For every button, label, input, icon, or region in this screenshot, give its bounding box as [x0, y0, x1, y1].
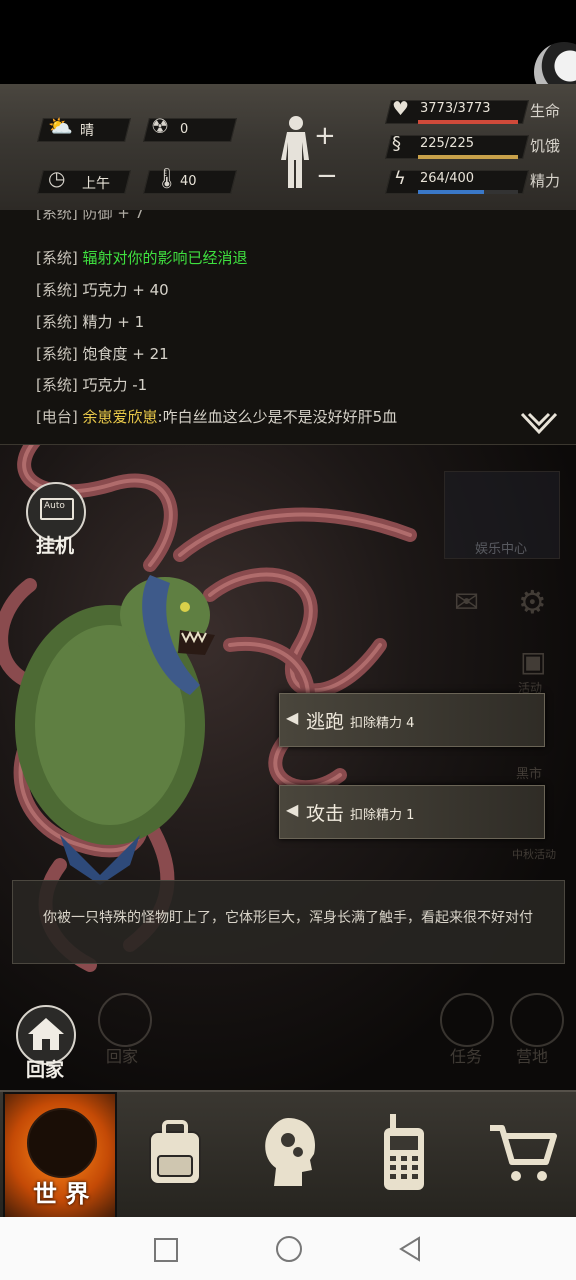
home-icon-faded [98, 993, 152, 1047]
left-arrow-icon: ◀ [286, 800, 299, 819]
weather-value: 晴 [80, 123, 94, 139]
log-line: [系统] 巧克力 -1 [36, 376, 148, 394]
flee-button[interactable]: ◀ 逃跑 扣除精力 4 [279, 693, 545, 747]
message-log[interactable]: [系统] 防御 + 7 [系统] 辐射对你的影响已经消退 [系统] 巧克力 + … [0, 210, 576, 445]
auto-label[interactable]: 挂机 [36, 531, 74, 558]
energy-label: 精力 [530, 172, 561, 190]
back-icon[interactable] [398, 1236, 422, 1262]
hunger-value: 225/225 [420, 136, 475, 151]
attack-button[interactable]: ◀ 攻击 扣除精力 1 [279, 785, 545, 839]
house-icon [28, 1018, 64, 1050]
radiation-value: 0 [180, 122, 189, 137]
time-value: 上午 [82, 176, 110, 192]
thermometer-icon: 🌡 [154, 166, 180, 190]
system-nav-bar [0, 1217, 576, 1280]
life-value: 3773/3773 [420, 101, 491, 116]
task-label[interactable]: 任务 [450, 1043, 482, 1067]
status-panel: ⛅ 晴 ☢ 0 ◷ 上午 🌡 40 + − ♥ 3773/3773 生命 § 2… [0, 84, 576, 212]
cloud-sun-icon: ⛅ [48, 114, 73, 138]
head-gears-icon[interactable] [260, 1114, 320, 1190]
nav-world-label: 世 界 [33, 1180, 90, 1208]
home-label[interactable]: 回家 [26, 1055, 64, 1082]
body-status-icon[interactable]: + − [276, 114, 336, 196]
stomach-icon: § [392, 133, 401, 154]
log-line-radio: [电台] 余崽爱欣崽:咋白丝血这么少是不是没好好肝5血 [36, 408, 398, 426]
temperature-value: 40 [180, 174, 197, 189]
bottom-nav: 世 界 [0, 1090, 576, 1223]
globe-icon [27, 1108, 97, 1178]
computer-icon: Auto [40, 498, 74, 520]
log-line: [系统] 精力 + 1 [36, 313, 145, 331]
life-label: 生命 [530, 102, 561, 120]
chevron-down-icon[interactable] [520, 410, 558, 436]
heart-icon: ♥ [392, 98, 410, 120]
energy-value: 264/400 [420, 171, 475, 186]
log-line: [系统] 巧克力 + 40 [36, 281, 169, 299]
recent-apps-icon[interactable] [154, 1238, 178, 1262]
svg-text:+: + [314, 121, 336, 151]
life-bar [418, 120, 518, 124]
event-description: 你被一只特殊的怪物盯上了，它体形巨大，浑身长满了触手，看起来很不好对付 [43, 910, 533, 926]
task-icon[interactable] [440, 993, 494, 1047]
energy-bar [418, 190, 484, 194]
clock-icon: ◷ [48, 166, 66, 190]
log-line-partial: [系统] 防御 + 7 [36, 210, 145, 222]
camp-icon[interactable] [510, 993, 564, 1047]
shopping-cart-icon[interactable] [488, 1122, 558, 1184]
svg-text:−: − [316, 161, 336, 191]
log-line: [系统] 饱食度 + 21 [36, 345, 169, 363]
hunger-label: 饥饿 [530, 137, 561, 155]
tentacle-monster-illustration [15, 575, 215, 885]
log-line: [系统] 辐射对你的影响已经消退 [36, 249, 248, 267]
battle-scene: 娱乐中心 ✉ ⚙ ▣ 活动 黑市 中秋活动 Auto 挂机 ◀ 逃跑 扣除精力 … [0, 445, 576, 1090]
event-dialog: 你被一只特殊的怪物盯上了，它体形巨大，浑身长满了触手，看起来很不好对付 [12, 880, 565, 964]
walkie-talkie-icon[interactable] [380, 1112, 430, 1194]
camp-label[interactable]: 营地 [516, 1043, 548, 1067]
backpack-icon[interactable] [142, 1118, 208, 1188]
home-nav-icon[interactable] [276, 1236, 302, 1262]
lightning-icon: ϟ [394, 168, 406, 189]
top-bar [0, 0, 576, 84]
hunger-bar [418, 155, 518, 159]
left-arrow-icon: ◀ [286, 708, 299, 727]
nav-world-tab[interactable]: 世 界 [3, 1092, 117, 1223]
radiation-icon: ☢ [151, 114, 169, 138]
